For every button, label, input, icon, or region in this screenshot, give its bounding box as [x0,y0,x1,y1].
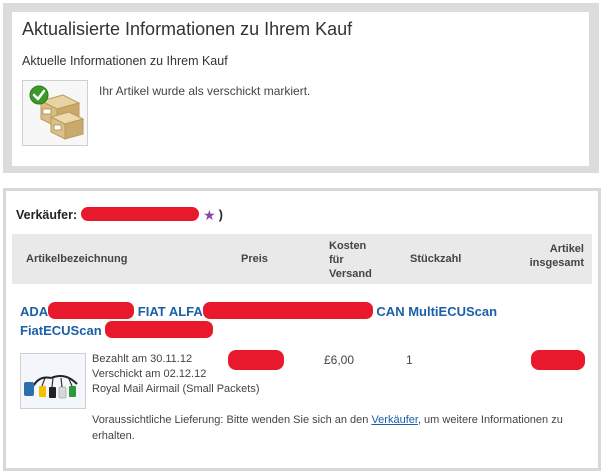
delivery-estimate: Voraussichtliche Lieferung: Bitte wenden… [92,412,580,444]
item-title-part1[interactable]: ADA [20,304,48,319]
order-details-panel: Verkäufer: ★) Artikelbezeichnung Preis Ko… [3,188,601,471]
item-title-link[interactable]: ADA FIAT ALFA CAN MultiECUScan FiatECUSc… [20,302,580,340]
items-table-header: Artikelbezeichnung Preis Kosten für Vers… [12,234,592,284]
column-header-name: Artikelbezeichnung [26,253,128,265]
item-title-part2[interactable]: FIAT ALFA [138,304,203,319]
quantity: 1 [406,353,413,367]
item-title-part3[interactable]: CAN MultiECUScan [376,304,497,319]
seller-close-paren: ) [218,208,223,222]
column-header-shipping-line3: Versand [329,268,372,280]
purchase-update-panel: Aktualisierte Informationen zu Ihrem Kau… [3,3,599,173]
item-title-part4[interactable]: FiatECUScan [20,323,102,338]
seller-label: Verkäufer: [16,208,78,222]
column-header-price: Preis [241,253,268,265]
column-header-total-line1: Artikel [549,243,584,255]
shipping-method: Royal Mail Airmail (Small Packets) [92,383,260,395]
delivery-prefix: Voraussichtliche Lieferung: Bitte wenden… [92,414,372,426]
item-title-redaction-3 [105,321,214,338]
page-title: Aktualisierte Informationen zu Ihrem Kau… [22,19,353,39]
column-header-quantity: Stückzahl [410,253,462,265]
item-title-redaction-1 [48,302,135,319]
section-subtitle: Aktuelle Informationen zu Ihrem Kauf [22,54,228,68]
column-header-total: Artikel insgesamt [530,242,584,270]
product-image[interactable] [20,353,86,409]
column-header-shipping-line1: Kosten [329,240,367,252]
total-redacted [531,350,585,370]
price-redacted [228,350,284,370]
seller-name-redacted[interactable] [81,207,200,221]
star-icon: ★ [203,207,216,223]
column-header-shipping: Kosten für Versand [329,239,389,281]
item-title-redaction-2 [202,302,373,319]
column-header-shipping-line2: für [329,254,344,266]
shipped-package-icon [22,80,88,146]
shipping-cost: £6,00 [324,353,355,367]
column-header-total-line2: insgesamt [529,257,584,269]
shipped-notice: Ihr Artikel wurde als verschickt markier… [99,84,311,98]
seller-contact-link[interactable]: Verkäufer [371,414,417,426]
purchase-update-content: Aktualisierte Informationen zu Ihrem Kau… [12,12,589,166]
seller-line: Verkäufer: ★) [16,207,223,224]
